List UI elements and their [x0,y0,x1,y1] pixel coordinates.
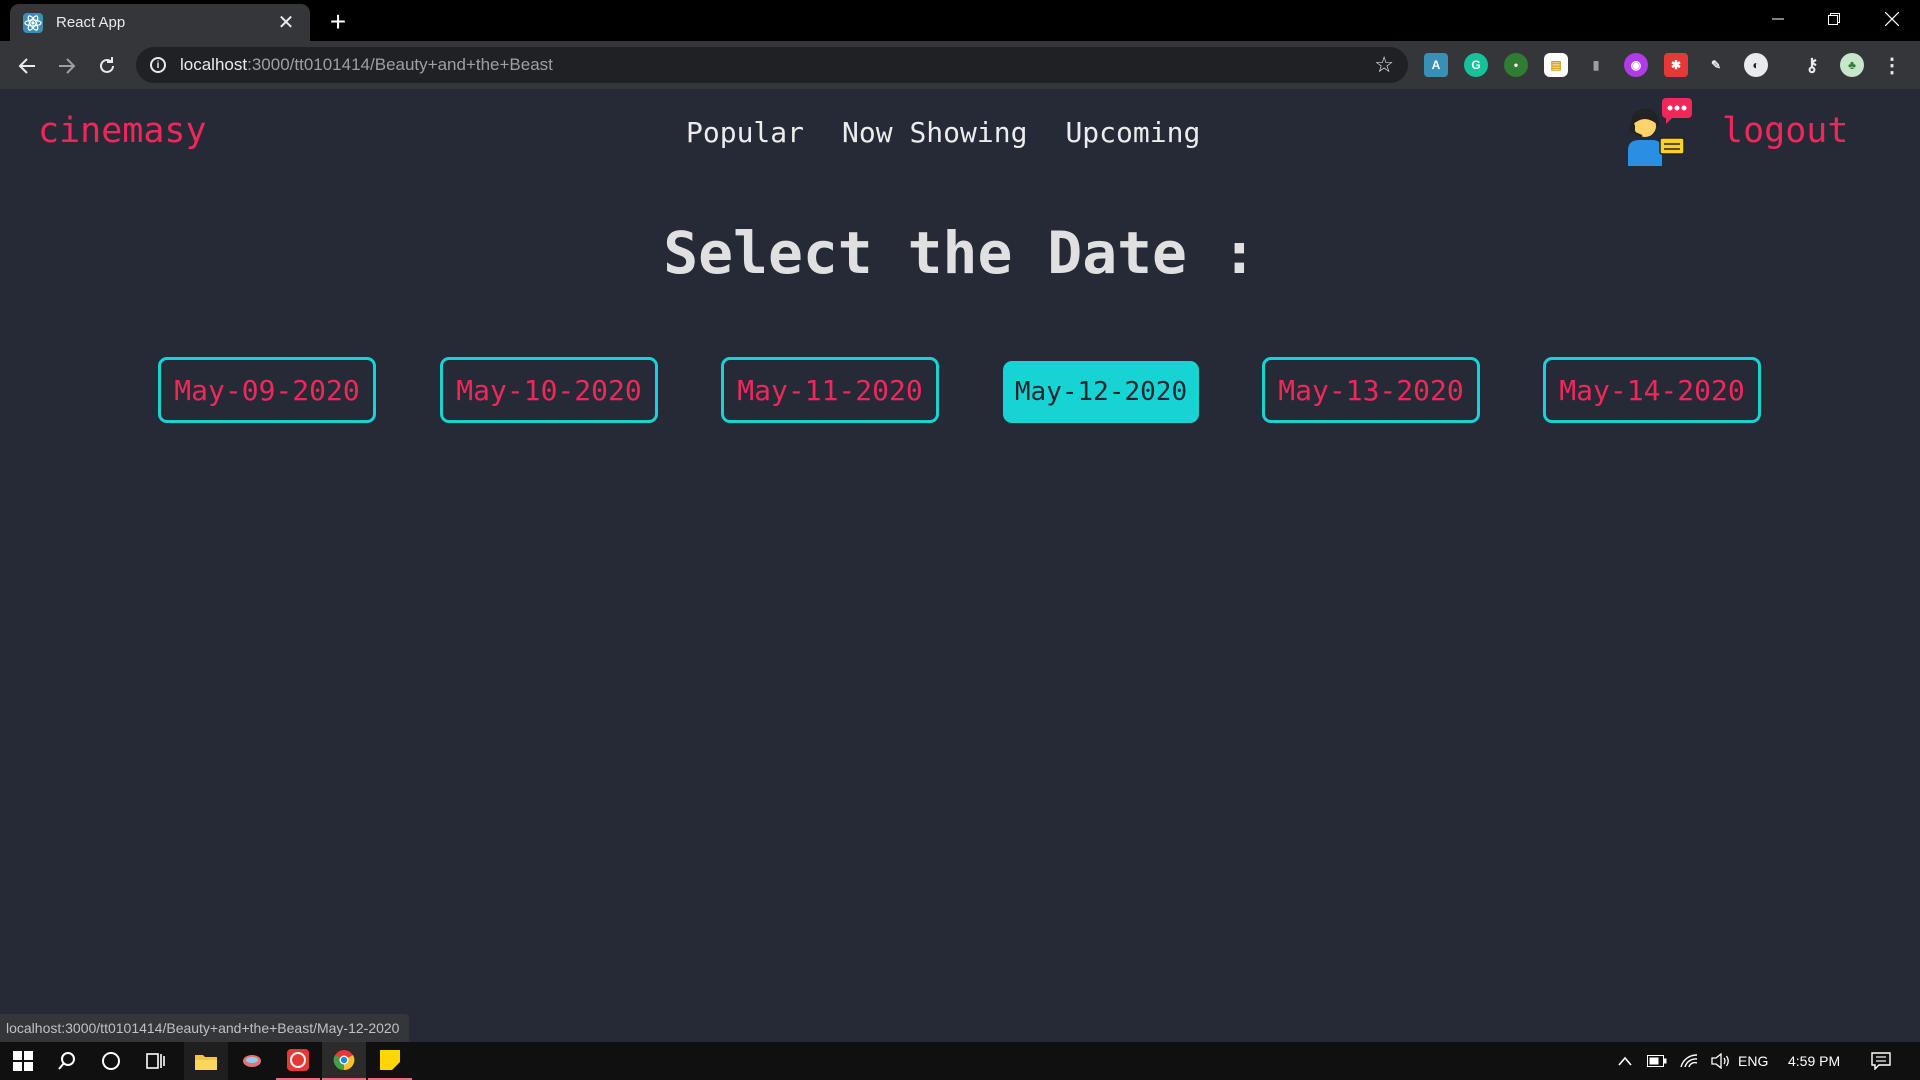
notes-extension-icon[interactable]: ▤ [1544,53,1568,77]
snipping-tool-icon[interactable] [230,1042,274,1080]
browser-tab[interactable]: React App ✕ [10,4,310,41]
page-title: Select the Date : [663,219,1257,287]
windows-start-icon[interactable] [6,1042,40,1080]
date-button-may-10[interactable]: May-10-2020 [440,357,658,423]
restore-button[interactable] [1806,0,1862,38]
chrome-icon[interactable] [322,1042,366,1080]
nav-upcoming[interactable]: Upcoming [1065,116,1200,149]
sticky-notes-icon[interactable] [368,1042,412,1080]
file-explorer-icon[interactable] [184,1042,228,1080]
date-button-may-13[interactable]: May-13-2020 [1262,357,1480,423]
site-info-icon[interactable]: i [150,57,166,73]
profile-avatar-icon[interactable]: ♣ [1840,53,1864,77]
back-arrow-icon[interactable] [11,50,43,82]
new-tab-button[interactable]: + [322,6,354,38]
reload-icon[interactable] [91,50,123,82]
url-path: :3000/tt0101414/Beauty+and+the+Beast [247,55,553,74]
react-favicon-icon [22,12,44,34]
date-button-may-09[interactable]: May-09-2020 [158,357,376,423]
nav-now-showing[interactable]: Now Showing [842,116,1027,149]
date-button-may-11[interactable]: May-11-2020 [721,357,939,423]
browser-toolbar: i localhost:3000/tt0101414/Beauty+and+th… [0,41,1920,89]
whatsapp-icon[interactable] [276,1042,320,1080]
browser-menu-icon[interactable]: ⋮ [1880,53,1904,77]
browser-tab-strip: React App ✕ + [0,0,1920,41]
app-root: cinemasy Popular Now Showing Upcoming lo… [0,89,1920,1014]
date-button-may-14[interactable]: May-14-2020 [1543,357,1761,423]
windows-taskbar: ENG 4:59 PM [0,1042,1920,1080]
task-view-icon[interactable] [138,1042,172,1080]
main-nav: Popular Now Showing Upcoming [686,116,1200,149]
minimize-button[interactable] [1750,0,1806,38]
nav-popular[interactable]: Popular [686,116,804,149]
forward-arrow-icon[interactable] [51,50,83,82]
tab-close-icon[interactable]: ✕ [274,11,298,35]
extension-purple-icon[interactable]: ◉ [1624,53,1648,77]
support-agent-icon[interactable] [1622,96,1694,168]
wifi-icon[interactable] [1674,1042,1704,1080]
grammarly-icon[interactable]: G [1464,53,1488,77]
address-bar[interactable]: i localhost:3000/tt0101414/Beauty+and+th… [136,47,1408,83]
pen-extension-icon[interactable]: ✎ [1704,53,1728,77]
show-hidden-icons-chevron-icon[interactable] [1610,1042,1640,1080]
key-icon[interactable]: ⚷ [1800,53,1824,77]
extension-leaf-icon[interactable]: • [1504,53,1528,77]
date-button-may-12-selected[interactable]: May-12-2020 [1003,361,1199,423]
volume-icon[interactable] [1706,1042,1736,1080]
battery-icon[interactable] [1642,1042,1672,1080]
extension-white-icon[interactable]: ◐ [1744,53,1768,77]
tab-title: React App [56,14,126,31]
action-center-icon[interactable] [1864,1042,1898,1080]
extension-red-icon[interactable]: ✱ [1664,53,1688,77]
clock[interactable]: 4:59 PM [1788,1042,1840,1080]
logout-link[interactable]: logout [1722,111,1848,151]
search-icon[interactable] [50,1042,84,1080]
brand-logo[interactable]: cinemasy [38,111,207,151]
mouse-extension-icon[interactable]: ▮ [1584,53,1608,77]
bookmark-star-icon[interactable]: ☆ [1374,52,1394,78]
cortana-icon[interactable] [94,1042,128,1080]
url-host: localhost [180,55,248,74]
language-indicator[interactable]: ENG [1738,1042,1768,1080]
link-status-bubble: localhost:3000/tt0101414/Beauty+and+the+… [0,1014,410,1042]
close-window-button[interactable] [1864,0,1920,38]
extension-icon[interactable]: A [1424,53,1448,77]
